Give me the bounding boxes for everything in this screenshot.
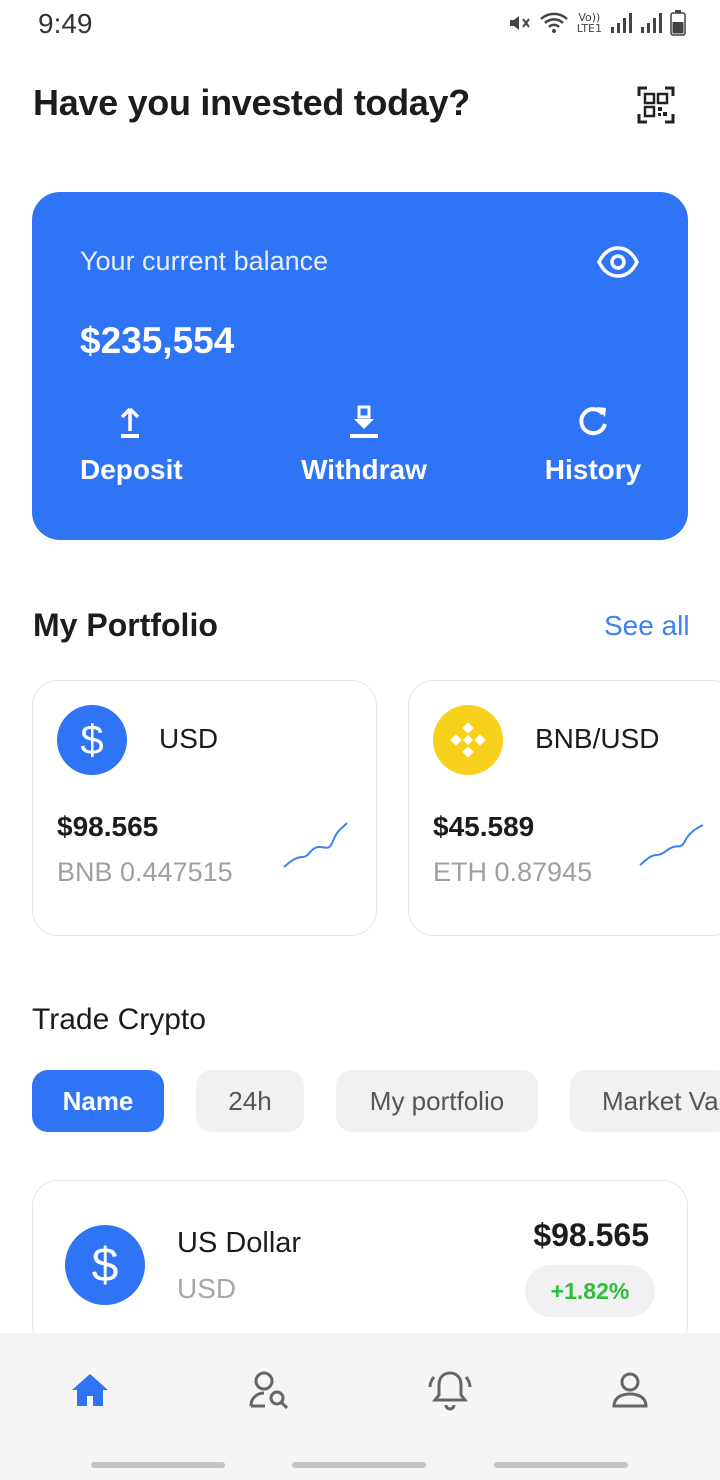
- user-search-icon: [249, 1371, 289, 1410]
- trade-item-symbol: USD: [177, 1273, 237, 1304]
- bell-icon: [428, 1371, 472, 1411]
- filter-chip-market-value[interactable]: Market Val: [570, 1070, 720, 1132]
- nav-user-search[interactable]: [245, 1365, 295, 1415]
- lte-indicator: Vo)) LTE1: [577, 12, 602, 34]
- system-back-button[interactable]: [494, 1462, 628, 1468]
- balance-label: Your current balance: [80, 246, 329, 276]
- filter-chip-24h[interactable]: 24h: [196, 1070, 304, 1132]
- history-label: History: [544, 454, 642, 485]
- trade-item-price: $98.565: [533, 1217, 649, 1253]
- download-arrow-icon: [296, 402, 432, 442]
- eye-icon[interactable]: [597, 245, 639, 279]
- signal-icon: [641, 13, 662, 33]
- trade-item-change-badge: +1.82%: [525, 1265, 655, 1317]
- nav-profile[interactable]: [605, 1365, 655, 1415]
- filter-chip-name[interactable]: Name: [32, 1070, 164, 1132]
- portfolio-sub: ETH 0.87945: [433, 857, 593, 887]
- trade-item-name: US Dollar: [177, 1227, 302, 1259]
- dollar-icon: $: [65, 1225, 145, 1305]
- portfolio-pair: USD: [159, 723, 219, 754]
- portfolio-price: $45.589: [433, 811, 535, 842]
- portfolio-pair: BNB/USD: [535, 723, 660, 754]
- portfolio-title: My Portfolio: [33, 607, 218, 643]
- page-title: Have you invested today?: [33, 82, 470, 123]
- trade-title: Trade Crypto: [32, 1003, 206, 1036]
- see-all-link[interactable]: See all: [604, 610, 690, 642]
- filter-chips: Name 24h My portfolio Market Val: [32, 1070, 720, 1132]
- wifi-icon: [539, 12, 568, 33]
- system-nav-bar: [0, 1450, 720, 1480]
- status-bar: 9:49 Vo)) LTE1: [0, 0, 720, 50]
- dollar-icon: $: [57, 705, 127, 775]
- status-icons: Vo)) LTE1: [507, 10, 686, 36]
- qr-code-icon[interactable]: [637, 86, 675, 124]
- deposit-label: Deposit: [80, 454, 183, 485]
- nav-notifications[interactable]: [425, 1365, 475, 1415]
- nav-home[interactable]: [65, 1365, 115, 1415]
- profile-icon: [612, 1372, 648, 1408]
- portfolio-price: $98.565: [57, 811, 159, 842]
- withdraw-label: Withdraw: [301, 454, 427, 485]
- portfolio-sub: BNB 0.447515: [57, 857, 233, 887]
- balance-value: $235,554: [80, 320, 235, 361]
- history-button[interactable]: History: [544, 402, 642, 486]
- home-icon: [72, 1374, 108, 1406]
- deposit-button[interactable]: Deposit: [80, 402, 183, 486]
- status-time: 9:49: [38, 8, 93, 39]
- portfolio-card-bnb[interactable]: BNB/USD $45.589 ETH 0.87945: [408, 680, 720, 936]
- bottom-nav: [0, 1333, 720, 1450]
- sparkline-chart: [283, 822, 348, 868]
- signal-icon: [611, 13, 632, 33]
- balance-card: Your current balance $235,554 Deposit Wi…: [32, 192, 688, 540]
- filter-chip-my-portfolio[interactable]: My portfolio: [336, 1070, 538, 1132]
- binance-icon: [433, 705, 503, 775]
- refresh-icon: [544, 402, 642, 442]
- battery-icon: [670, 10, 686, 36]
- upload-arrow-icon: [80, 402, 180, 442]
- withdraw-button[interactable]: Withdraw: [296, 402, 432, 486]
- system-recent-button[interactable]: [91, 1462, 225, 1468]
- lte-bottom-label: LTE1: [576, 22, 602, 35]
- trade-item[interactable]: $ US Dollar USD $98.565 +1.82%: [32, 1180, 688, 1350]
- sparkline-chart: [639, 824, 704, 866]
- mute-icon: [509, 16, 530, 30]
- system-home-button[interactable]: [292, 1462, 426, 1468]
- portfolio-card-usd[interactable]: $ USD $98.565 BNB 0.447515: [32, 680, 377, 936]
